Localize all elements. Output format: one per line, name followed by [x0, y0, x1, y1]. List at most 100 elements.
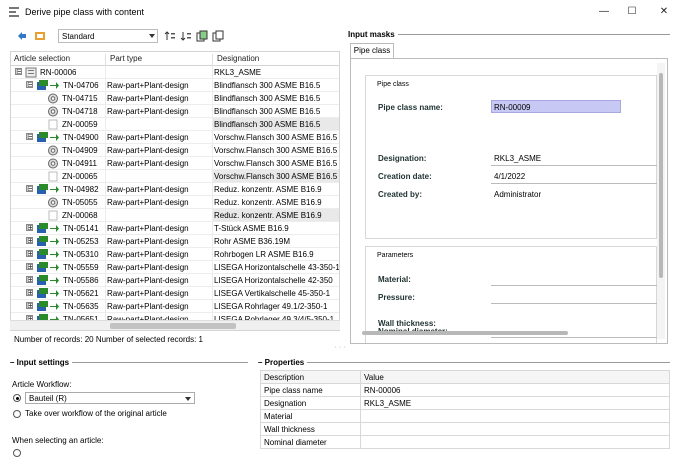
part-icon: [48, 93, 58, 104]
mask-vertical-scrollbar[interactable]: [657, 63, 665, 339]
table-row[interactable]: ⊟ TN-04900 Raw-part+Plant-design Vorschw.Fl…: [11, 131, 339, 144]
created-by-value[interactable]: Administrator: [494, 190, 541, 199]
column-header-designation[interactable]: Designation: [217, 54, 259, 63]
property-value[interactable]: RKL3_ASME: [360, 396, 670, 410]
maximize-button[interactable]: ☐: [620, 4, 644, 20]
table-row[interactable]: ⊟ TN-04982 Raw-part+Plant-design Reduz. kon…: [11, 183, 339, 196]
mask-horizontal-scrollbar[interactable]: [354, 329, 654, 337]
input-settings-panel: – Input settings Article Workflow: Baute…: [10, 356, 250, 457]
pipe-class-name-value: RN-00009: [494, 103, 531, 112]
edit-icon[interactable]: [34, 30, 46, 42]
view-select[interactable]: Standard: [58, 29, 158, 43]
table-row[interactable]: TN-05055 Raw-part+Plant-design Reduz. konz…: [11, 196, 339, 209]
property-value[interactable]: [360, 422, 670, 436]
table-row[interactable]: TN-04715 Raw-part+Plant-design Blindflansc…: [11, 92, 339, 105]
property-row[interactable]: Material: [260, 409, 670, 423]
column-header-part-type[interactable]: Part type: [110, 54, 142, 63]
table-row[interactable]: ⊞ TN-05253 Raw-part+Plant-design Rohr ASME …: [11, 235, 339, 248]
table-row[interactable]: ZN-00065 Vorschw.Flansch 300 ASME B16.5: [11, 170, 339, 183]
workflow-select[interactable]: Bauteil (R): [25, 392, 195, 404]
table-row[interactable]: ⊞ TN-05141 Raw-part+Plant-design T-Stück AS…: [11, 222, 339, 235]
assembly-icon: [37, 262, 59, 272]
column-divider: [105, 131, 106, 144]
wall-thickness-label: Wall thickness:: [378, 319, 436, 328]
property-value[interactable]: [360, 435, 670, 449]
table-row[interactable]: ⊟ RN-00006 RKL3_ASME: [11, 66, 339, 79]
window-title: Derive pipe class with content: [25, 7, 145, 17]
table-row[interactable]: TN-04718 Raw-part+Plant-design Blindflansc…: [11, 105, 339, 118]
scroll-thumb[interactable]: [659, 73, 663, 278]
scroll-thumb[interactable]: [110, 323, 236, 329]
pipe-class-name-input[interactable]: RN-00009: [491, 100, 621, 113]
assembly-icon: [37, 288, 59, 298]
part-type-cell: Raw-part+Plant-design: [107, 81, 189, 90]
collapse-icon[interactable]: ⊟: [26, 133, 33, 140]
minimize-button[interactable]: —: [592, 4, 616, 20]
table-row[interactable]: TN-04909 Raw-part+Plant-design Vorschw.Fla…: [11, 144, 339, 157]
table-row[interactable]: ⊞ TN-05635 Raw-part+Plant-design LISEGA Roh…: [11, 300, 339, 313]
radio-take-over-workflow[interactable]: [13, 410, 21, 418]
table-row[interactable]: ⊞ TN-05310 Raw-part+Plant-design Rohrbogen …: [11, 248, 339, 261]
part-type-cell: Raw-part+Plant-design: [107, 198, 189, 207]
column-header-article[interactable]: Article selection: [14, 54, 70, 63]
workflow-select-value: Bauteil (R): [29, 394, 67, 403]
collapse-icon[interactable]: ⊟: [26, 81, 33, 88]
radio-article-workflow[interactable]: [13, 394, 21, 402]
column-divider: [105, 92, 106, 105]
collapse-icon[interactable]: ⊟: [15, 68, 22, 75]
expand-icon[interactable]: ⊞: [26, 302, 33, 309]
designation-cell: RKL3_ASME: [214, 68, 262, 77]
expand-icon[interactable]: ⊞: [26, 276, 33, 283]
refresh-icon[interactable]: [16, 30, 28, 42]
column-divider: [212, 144, 213, 157]
paste-icon[interactable]: [212, 30, 224, 42]
part-icon: [48, 158, 58, 169]
expand-icon[interactable]: ⊞: [26, 250, 33, 257]
table-row[interactable]: ⊞ TN-05586 Raw-part+Plant-design LISEGA Hor…: [11, 274, 339, 287]
scroll-thumb[interactable]: [362, 331, 568, 335]
part-type-cell: Raw-part+Plant-design: [107, 302, 189, 311]
property-row[interactable]: Nominal diameter: [260, 435, 670, 449]
property-value[interactable]: RN-00006: [360, 383, 670, 397]
expand-icon[interactable]: ⊞: [26, 289, 33, 296]
creation-date-value[interactable]: 4/1/2022: [494, 172, 525, 181]
column-divider: [105, 170, 106, 183]
assembly-icon: [37, 275, 59, 285]
table-row[interactable]: ZN-00068 Reduz. konzentr. ASME B16.9: [11, 209, 339, 222]
tab-pipe-class[interactable]: Pipe class: [350, 43, 394, 58]
table-row[interactable]: ⊞ TN-05621 Raw-part+Plant-design LISEGA Ver…: [11, 287, 339, 300]
column-divider: [212, 274, 213, 287]
table-row[interactable]: ZN-00059 Blindflansch 300 ASME B16.5: [11, 118, 339, 131]
column-divider: [212, 287, 213, 300]
article-cell: TN-05635: [63, 302, 99, 311]
radio-when-selecting[interactable]: [13, 449, 21, 457]
property-row[interactable]: Pipe class name RN-00006: [260, 383, 670, 397]
article-cell: TN-04909: [62, 146, 98, 155]
article-cell: TN-04706: [63, 81, 99, 90]
designation-value[interactable]: RKL3_ASME: [494, 154, 541, 163]
property-row[interactable]: Wall thickness: [260, 422, 670, 436]
table-row[interactable]: TN-04911 Raw-part+Plant-design Vorschw.Fla…: [11, 157, 339, 170]
property-value[interactable]: [360, 409, 670, 423]
expand-icon[interactable]: ⊞: [26, 263, 33, 270]
material-input[interactable]: [491, 285, 657, 286]
copy-icon[interactable]: [196, 30, 208, 42]
designation-cell: Blindflansch 300 ASME B16.5: [214, 120, 321, 129]
expand-icon[interactable]: ⊞: [26, 237, 33, 244]
table-row[interactable]: ⊟ TN-04706 Raw-part+Plant-design Blindflans…: [11, 79, 339, 92]
pressure-input[interactable]: [491, 303, 657, 304]
table-row[interactable]: ⊞ TN-05559 Raw-part+Plant-design LISEGA Hor…: [11, 261, 339, 274]
sort-descending-icon[interactable]: [180, 30, 192, 42]
article-cell: TN-04911: [62, 159, 97, 168]
designation-cell: Reduz. konzentr. ASME B16.9: [214, 211, 322, 220]
expand-icon[interactable]: ⊞: [26, 224, 33, 231]
property-row[interactable]: Designation RKL3_ASME: [260, 396, 670, 410]
sort-ascending-icon[interactable]: [164, 30, 176, 42]
grid-horizontal-scrollbar[interactable]: [10, 320, 340, 330]
designation-cell: Vorschw.Flansch 300 ASME B16.5: [214, 133, 338, 142]
mask-form: Pipe class Pipe class name: RN-00009 Des…: [350, 58, 668, 344]
close-button[interactable]: ✕: [652, 4, 676, 20]
collapse-icon[interactable]: ⊟: [26, 185, 33, 192]
nominal-diameter-input[interactable]: [491, 337, 657, 338]
designation-cell: Blindflansch 300 ASME B16.5: [214, 107, 321, 116]
